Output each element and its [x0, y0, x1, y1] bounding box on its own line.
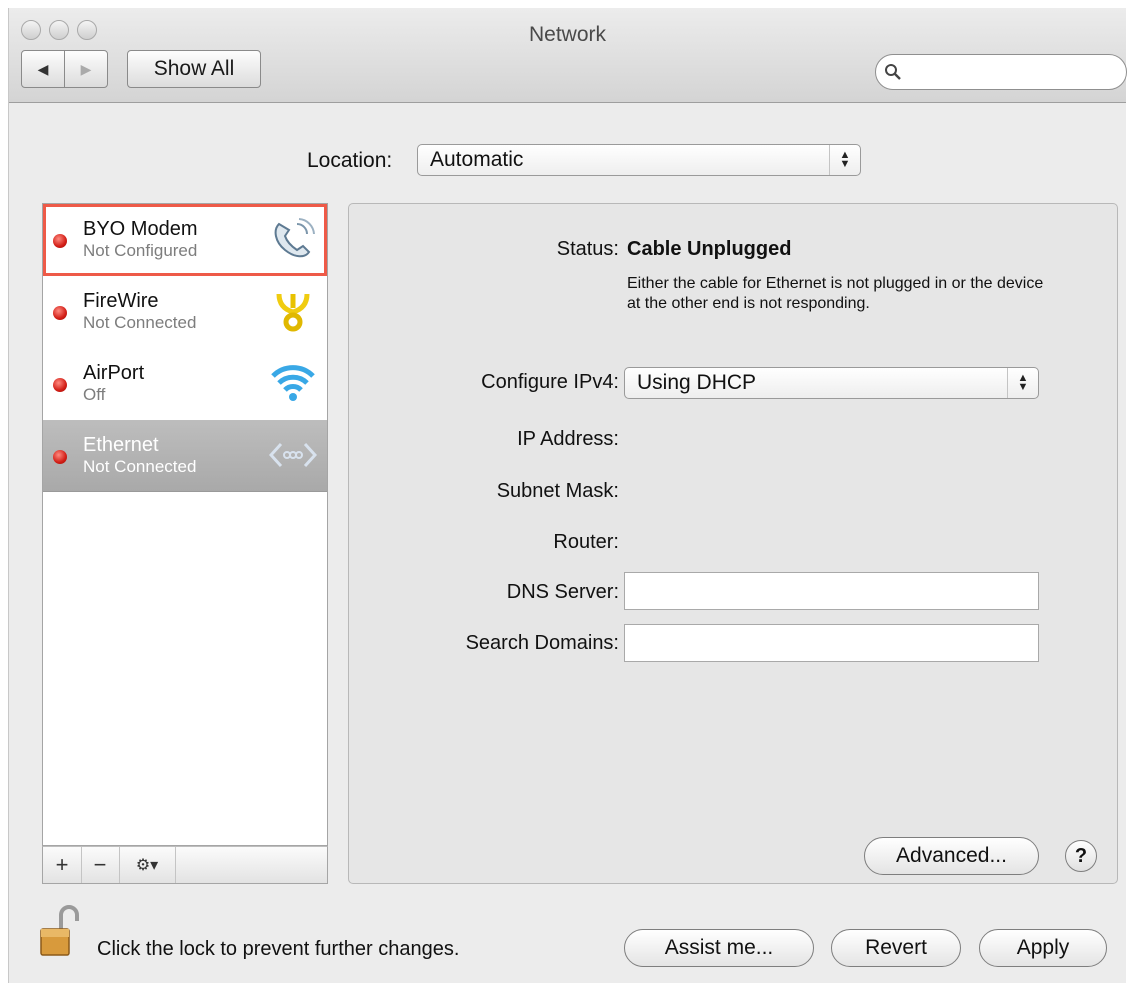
firewire-icon: [276, 293, 310, 332]
window-title: Network: [528, 23, 607, 46]
configure-ipv4-label: Configure IPv4:: [481, 371, 619, 393]
router-label: Router:: [553, 531, 619, 553]
dns-server-field[interactable]: [624, 572, 1039, 610]
show-all-button[interactable]: Show All: [127, 50, 261, 88]
search-field[interactable]: [875, 54, 1127, 90]
gear-menu-button[interactable]: ⚙▾: [119, 847, 176, 883]
service-item-airport[interactable]: AirPort Off: [43, 348, 327, 420]
forward-button[interactable]: ▶: [64, 50, 108, 88]
service-status: Not Configured: [83, 241, 198, 260]
dns-server-label: DNS Server:: [506, 581, 619, 603]
popup-arrows-icon: ▲ ▼: [829, 145, 860, 175]
subnet-mask-label: Subnet Mask:: [496, 480, 619, 502]
revert-button[interactable]: Revert: [831, 929, 961, 967]
network-service-list[interactable]: BYO Modem Not Configured FireWire Not Co…: [42, 203, 328, 846]
service-name: Ethernet: [83, 434, 159, 456]
location-value: Automatic: [430, 148, 524, 171]
back-button[interactable]: ◀: [21, 50, 65, 88]
assist-me-button[interactable]: Assist me...: [624, 929, 814, 967]
ip-address-label: IP Address:: [517, 428, 619, 450]
location-popup[interactable]: Automatic ▲ ▼: [417, 144, 861, 176]
status-dot-icon: [53, 378, 67, 392]
status-dot-icon: [53, 234, 67, 248]
back-arrow-icon: ◀: [37, 60, 49, 77]
configure-ipv4-popup[interactable]: Using DHCP ▲ ▼: [624, 367, 1039, 399]
service-item-ethernet[interactable]: Ethernet Not Connected: [43, 420, 327, 492]
popup-arrows-icon: ▲ ▼: [1007, 368, 1038, 398]
service-detail-panel: Status: Cable Unplugged Either the cable…: [348, 203, 1118, 884]
search-icon: [885, 64, 901, 80]
title-bar: Network ◀ ▶ Show All: [9, 8, 1127, 103]
search-domains-label: Search Domains:: [465, 632, 619, 654]
help-button[interactable]: ?: [1065, 840, 1097, 872]
service-item-byo-modem[interactable]: BYO Modem Not Configured: [43, 204, 327, 276]
service-status: Not Connected: [83, 457, 197, 476]
status-description: Either the cable for Ethernet is not plu…: [627, 275, 1044, 312]
service-name: AirPort: [83, 362, 145, 384]
lock-message: Click the lock to prevent further change…: [97, 938, 460, 960]
add-service-button[interactable]: +: [43, 847, 82, 883]
search-domains-field[interactable]: [624, 624, 1039, 662]
service-name: BYO Modem: [83, 218, 198, 240]
status-value: Cable Unplugged: [627, 238, 792, 260]
service-name: FireWire: [83, 290, 159, 312]
remove-service-button[interactable]: −: [81, 847, 120, 883]
service-item-firewire[interactable]: FireWire Not Connected: [43, 276, 327, 348]
location-label: Location:: [307, 149, 393, 172]
status-label: Status:: [556, 238, 619, 260]
airport-wifi-icon: [271, 365, 315, 401]
unlocked-padlock-icon[interactable]: [37, 903, 81, 959]
status-dot-icon: [53, 306, 67, 320]
service-status: Not Connected: [83, 313, 197, 332]
configure-ipv4-value: Using DHCP: [637, 371, 757, 394]
advanced-button[interactable]: Advanced...: [864, 837, 1039, 875]
modem-phone-icon: [274, 218, 315, 258]
apply-button[interactable]: Apply: [979, 929, 1107, 967]
service-list-toolbar: + − ⚙▾: [42, 846, 328, 884]
network-preferences-window: Network ◀ ▶ Show All Location: Automatic…: [8, 8, 1127, 983]
forward-arrow-icon: ▶: [80, 60, 92, 77]
gear-icon: ⚙▾: [135, 857, 159, 874]
service-status: Off: [83, 385, 106, 404]
status-dot-icon: [53, 450, 67, 464]
ethernet-icon: [269, 442, 317, 468]
